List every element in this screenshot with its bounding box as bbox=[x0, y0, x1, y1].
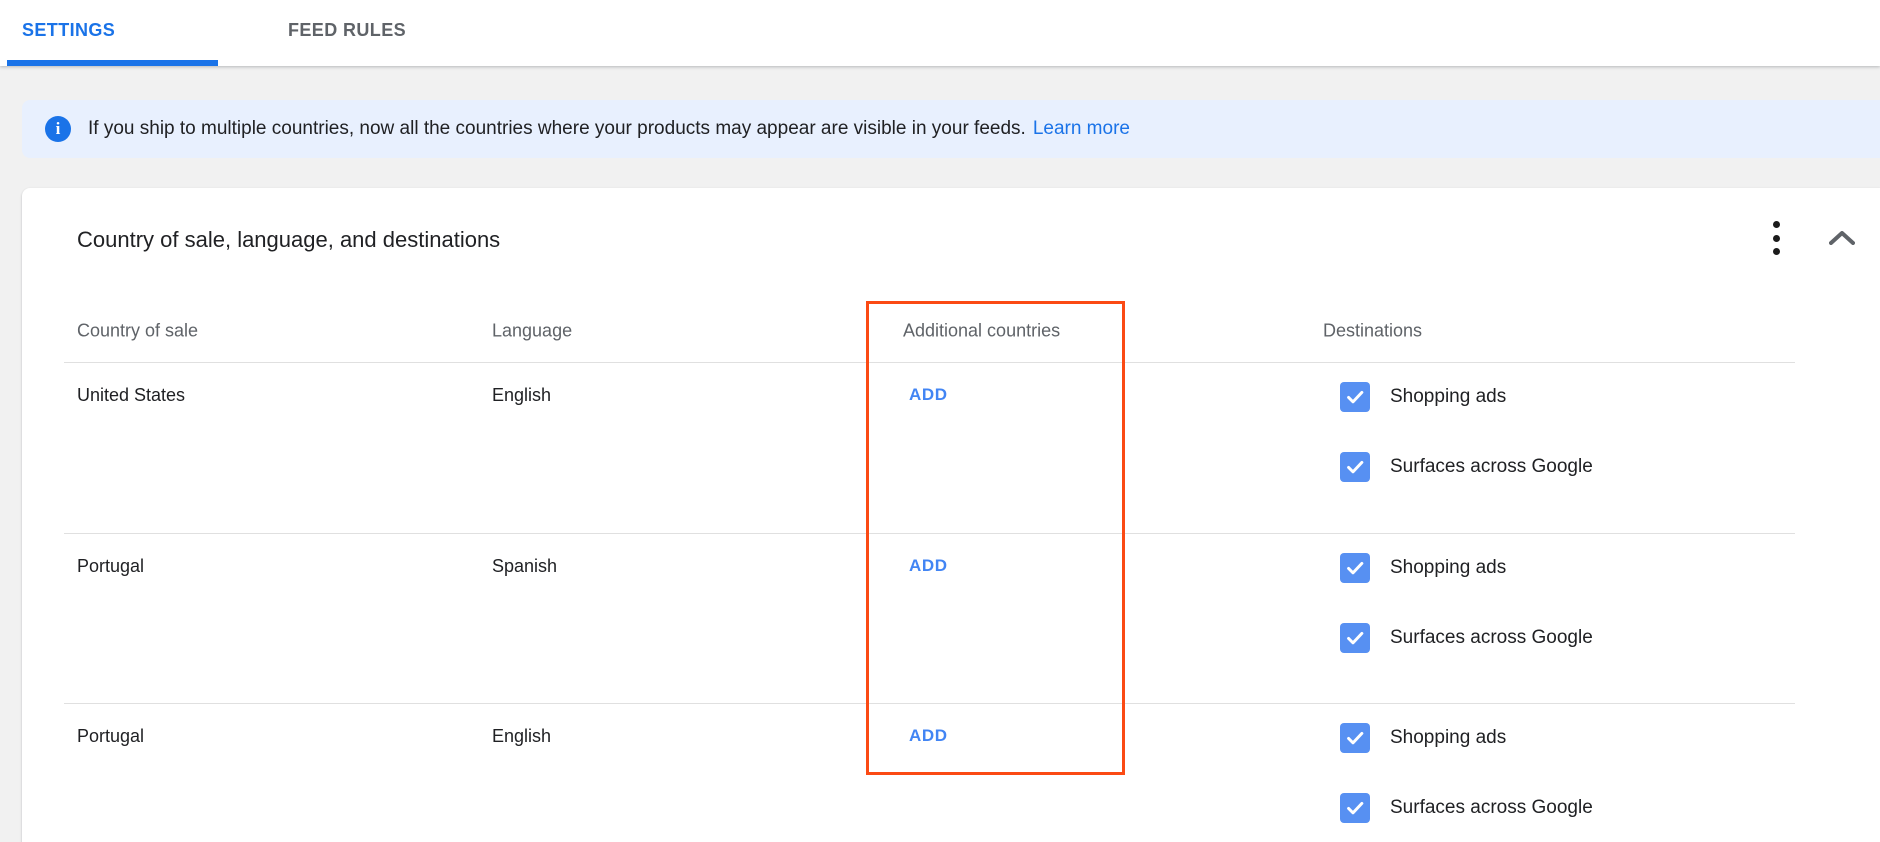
tab-settings-label: SETTINGS bbox=[22, 20, 115, 41]
destination-option: Shopping ads bbox=[1340, 723, 1506, 753]
destination-label: Surfaces across Google bbox=[1390, 627, 1593, 649]
card-title: Country of sale, language, and destinati… bbox=[77, 224, 500, 256]
check-icon bbox=[1344, 797, 1366, 819]
tab-feed-rules-label: FEED RULES bbox=[288, 20, 406, 41]
add-additional-countries-button[interactable]: ADD bbox=[909, 724, 948, 748]
tab-settings[interactable]: SETTINGS bbox=[22, 0, 115, 60]
table-header-row: Country of sale Language Additional coun… bbox=[64, 300, 1795, 362]
country-cell: Portugal bbox=[77, 724, 144, 748]
check-icon bbox=[1344, 727, 1366, 749]
banner-message: If you ship to multiple countries, now a… bbox=[88, 118, 1026, 140]
destinations-cell: Shopping ads Surfaces across Google bbox=[1340, 363, 1760, 533]
shopping-ads-checkbox-checked-icon[interactable] bbox=[1340, 553, 1370, 583]
tab-feed-rules[interactable]: FEED RULES bbox=[288, 0, 406, 60]
table-row: Portugal Spanish ADD Shopping ads Surfac… bbox=[64, 533, 1795, 703]
active-tab-indicator bbox=[7, 60, 218, 66]
info-icon-glyph: i bbox=[56, 119, 61, 139]
country-cell: United States bbox=[77, 383, 185, 407]
table-row: Portugal English ADD Shopping ads Surfac… bbox=[64, 703, 1795, 842]
destination-label: Surfaces across Google bbox=[1390, 456, 1593, 478]
add-additional-countries-button[interactable]: ADD bbox=[909, 554, 948, 578]
column-header-destinations: Destinations bbox=[1323, 321, 1422, 342]
card-collapse-button[interactable] bbox=[1826, 228, 1858, 248]
check-icon bbox=[1344, 386, 1366, 408]
column-header-additional-countries: Additional countries bbox=[903, 321, 1060, 342]
add-additional-countries-button[interactable]: ADD bbox=[909, 383, 948, 407]
shopping-ads-checkbox-checked-icon[interactable] bbox=[1340, 382, 1370, 412]
language-cell: Spanish bbox=[492, 554, 557, 578]
chevron-up-icon bbox=[1829, 231, 1855, 245]
destination-option: Shopping ads bbox=[1340, 382, 1506, 412]
column-header-country-of-sale: Country of sale bbox=[77, 321, 198, 342]
check-icon bbox=[1344, 456, 1366, 478]
destination-option: Surfaces across Google bbox=[1340, 793, 1593, 823]
language-cell: English bbox=[492, 724, 551, 748]
country-cell: Portugal bbox=[77, 554, 144, 578]
column-header-language: Language bbox=[492, 321, 572, 342]
surfaces-across-google-checkbox-checked-icon[interactable] bbox=[1340, 452, 1370, 482]
destination-label: Shopping ads bbox=[1390, 386, 1506, 408]
shopping-ads-checkbox-checked-icon[interactable] bbox=[1340, 723, 1370, 753]
destination-option: Shopping ads bbox=[1340, 553, 1506, 583]
learn-more-link[interactable]: Learn more bbox=[1033, 118, 1130, 140]
destinations-cell: Shopping ads Surfaces across Google bbox=[1340, 534, 1760, 703]
destination-label: Shopping ads bbox=[1390, 557, 1506, 579]
check-icon bbox=[1344, 557, 1366, 579]
destination-option: Surfaces across Google bbox=[1340, 623, 1593, 653]
language-cell: English bbox=[492, 383, 551, 407]
card-kebab-menu-icon[interactable] bbox=[1766, 221, 1786, 255]
table-row: United States English ADD Shopping ads S… bbox=[64, 362, 1795, 533]
surfaces-across-google-checkbox-checked-icon[interactable] bbox=[1340, 623, 1370, 653]
check-icon bbox=[1344, 627, 1366, 649]
surfaces-across-google-checkbox-checked-icon[interactable] bbox=[1340, 793, 1370, 823]
destination-option: Surfaces across Google bbox=[1340, 452, 1593, 482]
country-of-sale-card: Country of sale, language, and destinati… bbox=[22, 188, 1880, 842]
info-icon: i bbox=[45, 116, 71, 142]
destination-label: Surfaces across Google bbox=[1390, 797, 1593, 819]
destination-label: Shopping ads bbox=[1390, 727, 1506, 749]
info-banner: i If you ship to multiple countries, now… bbox=[22, 100, 1880, 158]
feed-settings-page: SETTINGS FEED RULES i If you ship to mul… bbox=[0, 0, 1880, 842]
feed-tabbar: SETTINGS FEED RULES bbox=[0, 0, 1880, 66]
destinations-cell: Shopping ads Surfaces across Google bbox=[1340, 704, 1760, 842]
